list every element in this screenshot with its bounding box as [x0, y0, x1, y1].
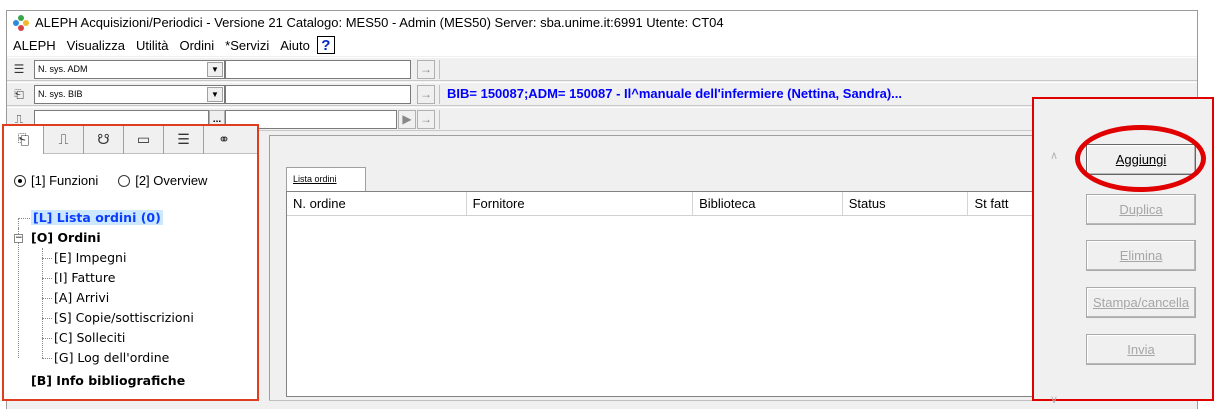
toolbar-separator [439, 85, 440, 104]
title-bar: ALEPH Acquisizioni/Periodici - Versione … [7, 11, 1197, 34]
vertical-scrollbar[interactable]: ∧ ∨ [1044, 127, 1064, 406]
navigation-panel: ⎗ ⎍ ☋ ▭ ☰ ⚭ [1] Funzioni [2] Overview [L… [2, 124, 259, 401]
binoculars-icon[interactable]: ⚭ [204, 126, 244, 154]
radio-funzioni-label: [1] Funzioni [31, 173, 99, 188]
view-radio-group: [1] Funzioni [2] Overview [14, 173, 227, 188]
toolbar-row-bib: ⎗ N. sys. BIB ▼ → BIB= 150087;ADM= 15008… [7, 82, 1197, 106]
tree-item-copie[interactable]: [S] Copie/sottiscrizioni [54, 308, 194, 328]
menu-ordini[interactable]: Ordini [179, 38, 214, 53]
tree-guide [42, 278, 52, 279]
column-fornitore[interactable]: Fornitore [467, 192, 694, 215]
tree-item-log-ordine[interactable]: [G] Log dell'ordine [54, 348, 169, 368]
nav-tabstrip: ⎗ ⎍ ☋ ▭ ☰ ⚭ [4, 126, 257, 154]
cup-icon[interactable]: ☋ [84, 126, 124, 154]
radio-overview-dot[interactable] [118, 174, 131, 187]
toolbar-separator [439, 60, 440, 79]
bib-search-input[interactable] [225, 85, 411, 104]
duplica-button[interactable]: Duplica [1086, 194, 1196, 225]
tree-item-label: [L] Lista ordini (0) [31, 210, 163, 225]
list-icon[interactable]: ☰ [164, 126, 204, 154]
bib-go-arrow-icon[interactable]: → [417, 85, 435, 104]
tree-guide [18, 228, 19, 358]
radio-funzioni[interactable]: [1] Funzioni [14, 173, 98, 188]
menu-visualizza[interactable]: Visualizza [67, 38, 125, 53]
menu-aleph[interactable]: ALEPH [13, 38, 56, 53]
book-icon: ⎗ [14, 87, 24, 101]
elimina-button[interactable]: Elimina [1086, 240, 1196, 271]
chevron-down-icon[interactable]: ▼ [207, 87, 223, 102]
tree-item-solleciti[interactable]: [C] Solleciti [54, 328, 125, 348]
tree-guide [42, 358, 52, 359]
play-icon[interactable]: ▶ [398, 110, 416, 129]
tree-item-impegni[interactable]: [E] Impegni [54, 248, 126, 268]
tree-guide [18, 218, 30, 219]
menu-bar: ALEPH Visualizza Utilità Ordini *Servizi… [7, 34, 1197, 56]
book-icon[interactable]: ⎗ [4, 126, 44, 154]
tree-item-info-bibliografiche[interactable]: [B] Info bibliografiche [31, 371, 185, 391]
bib-search-type-select[interactable]: N. sys. BIB ▼ [34, 85, 225, 104]
tree-item-ordini[interactable]: [O] Ordini [31, 228, 101, 248]
stamp-icon[interactable]: ⎍ [44, 126, 84, 154]
column-biblioteca[interactable]: Biblioteca [693, 192, 843, 215]
tree-guide [42, 298, 52, 299]
invia-button[interactable]: Invia [1086, 334, 1196, 365]
toolbar-row-adm: ☰ N. sys. ADM ▼ → [7, 57, 1197, 81]
menu-servizi[interactable]: *Servizi [225, 38, 269, 53]
tree-guide [42, 338, 52, 339]
aggiungi-highlight-ring [1075, 125, 1206, 192]
scroll-down-icon[interactable]: ∨ [1047, 393, 1061, 406]
bib-search-type-value: N. sys. BIB [38, 89, 83, 99]
radio-overview-label: [2] Overview [135, 173, 208, 188]
tree-item-lista-ordini[interactable]: [L] Lista ordini (0) [31, 208, 163, 228]
column-status[interactable]: Status [843, 192, 969, 215]
list-icon: ☰ [13, 62, 25, 76]
window-title: ALEPH Acquisizioni/Periodici - Versione … [35, 15, 724, 30]
tree-guide [18, 218, 19, 228]
adm-search-type-value: N. sys. ADM [38, 64, 88, 74]
scroll-up-icon[interactable]: ∧ [1047, 149, 1061, 162]
adm-go-arrow-icon[interactable]: → [417, 60, 435, 79]
tree-guide [42, 258, 52, 259]
aleph-app-icon [13, 14, 29, 31]
barcode-go-arrow-icon[interactable]: → [417, 110, 435, 129]
column-n-ordine[interactable]: N. ordine [287, 192, 467, 215]
collapse-icon[interactable]: − [14, 234, 23, 243]
tab-lista-ordini[interactable]: Lista ordini [286, 167, 366, 191]
bib-record-info: BIB= 150087;ADM= 150087 - Il^manuale del… [447, 86, 903, 101]
action-buttons-panel: ∧ ∨ Aggiungi Duplica Elimina Stampa/canc… [1032, 97, 1214, 406]
chevron-down-icon[interactable]: ▼ [207, 62, 223, 77]
adm-search-type-select[interactable]: N. sys. ADM ▼ [34, 60, 225, 79]
toolbar-separator [439, 110, 440, 129]
tree-item-arrivi[interactable]: [A] Arrivi [54, 288, 109, 308]
menu-utilita[interactable]: Utilità [136, 38, 169, 53]
menu-aiuto[interactable]: Aiuto [280, 38, 310, 53]
tree-guide [42, 318, 52, 319]
adm-search-input[interactable] [225, 60, 411, 79]
tree-guide [42, 248, 43, 358]
radio-overview[interactable]: [2] Overview [118, 173, 207, 188]
radio-funzioni-dot[interactable] [14, 174, 26, 187]
stampa-cancella-button[interactable]: Stampa/cancella [1086, 287, 1196, 318]
help-button[interactable]: ? [316, 36, 335, 54]
tree-item-fatture[interactable]: [I] Fatture [54, 268, 115, 288]
folder-icon[interactable]: ▭ [124, 126, 164, 154]
